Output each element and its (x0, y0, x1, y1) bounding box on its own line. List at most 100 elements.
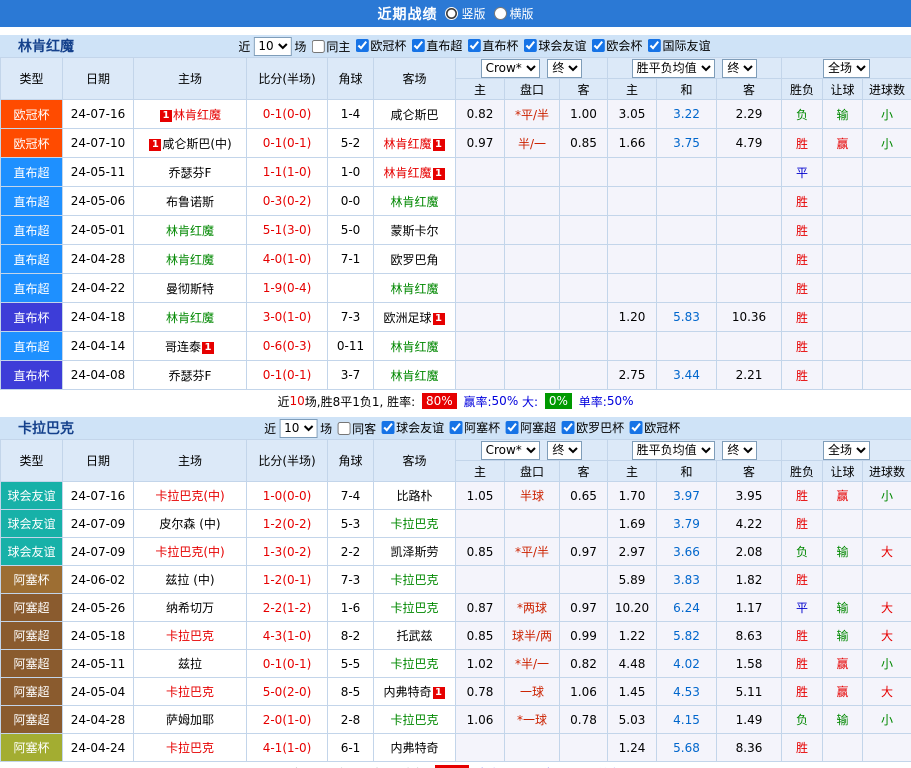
europe-odds-select[interactable]: 胜平负均值 (632, 59, 715, 78)
league-filter[interactable]: 球会友谊 (518, 37, 586, 54)
match-date: 24-07-10 (63, 129, 134, 158)
col-score: 比分(半场) (247, 440, 328, 482)
same-venue-filter[interactable]: 同主 (306, 38, 350, 55)
section-header-qarabag: 卡拉巴克 近 10 场 同客 球会友谊阿塞杯阿塞超欧罗巴杯欧冠杯 (0, 417, 911, 439)
league-label: 直布杯 (482, 37, 518, 54)
ah-home-odds: 0.87 (456, 594, 505, 622)
games-label: 场 (320, 420, 332, 437)
corner-cell: 1-6 (328, 594, 374, 622)
layout-option-vertical[interactable]: 竖版 (445, 5, 485, 22)
league-type-badge: 阿塞超 (1, 622, 63, 650)
league-checkbox[interactable] (629, 421, 642, 434)
ah-away-odds: 0.97 (560, 538, 608, 566)
away-team-name: 卡拉巴克 (390, 573, 438, 587)
europe-time-select[interactable]: 终 (722, 59, 757, 78)
europe-time-select[interactable]: 终 (722, 441, 757, 460)
subcol-goals: 进球数 (863, 79, 911, 100)
league-checkbox[interactable] (523, 39, 536, 52)
home-team-name: 乔瑟芬F (169, 369, 212, 383)
recent-count-select[interactable]: 10 (253, 37, 291, 56)
league-filter[interactable]: 阿塞杯 (444, 419, 500, 436)
match-row: 直布杯 24-04-08 乔瑟芬F 0-1(0-1) 3-7 林肯红魔 2.75… (1, 361, 911, 390)
league-checkbox[interactable] (561, 421, 574, 434)
league-type-badge: 直布超 (1, 216, 63, 245)
goals-result-cell (863, 361, 911, 390)
league-filter[interactable]: 欧冠杯 (624, 419, 680, 436)
league-label: 国际友谊 (662, 37, 710, 54)
scope-select[interactable]: 全场 (823, 59, 870, 78)
ah-line: 半/一 (505, 129, 560, 158)
league-filter[interactable]: 直布超 (406, 37, 462, 54)
red-card-badge: 1 (202, 342, 214, 354)
eu-draw-odds: 3.83 (657, 566, 717, 594)
ah-away-odds (560, 303, 608, 332)
horizontal-radio[interactable] (494, 7, 507, 20)
score-cell: 1-2(0-1) (247, 566, 328, 594)
scope-select[interactable]: 全场 (823, 441, 870, 460)
result-cell: 胜 (782, 678, 823, 706)
handicap-result-cell: 赢 (823, 650, 863, 678)
same-venue-filter[interactable]: 同客 (332, 420, 376, 437)
league-checkbox[interactable] (381, 421, 394, 434)
vertical-radio[interactable] (445, 7, 458, 20)
subcol-handicap: 让球 (823, 461, 863, 482)
league-checkbox[interactable] (467, 39, 480, 52)
league-filter[interactable]: 欧冠杯 (350, 37, 406, 54)
same-venue-checkbox[interactable] (311, 40, 324, 53)
summary-segment: 场,胜8平1负1, 胜率: (305, 393, 419, 410)
eu-home-odds: 1.22 (608, 622, 657, 650)
eu-home-odds: 10.20 (608, 594, 657, 622)
layout-option-horizontal[interactable]: 横版 (494, 5, 534, 22)
league-filter[interactable]: 阿塞超 (500, 419, 556, 436)
league-checkbox[interactable] (591, 39, 604, 52)
match-row: 阿塞超 24-05-04 卡拉巴克 5-0(2-0) 8-5 内弗特奇1 0.7… (1, 678, 911, 706)
match-date: 24-07-09 (63, 538, 134, 566)
league-checkbox[interactable] (355, 39, 368, 52)
league-filter[interactable]: 国际友谊 (642, 37, 710, 54)
handicap-result-cell (823, 158, 863, 187)
recent-count-select[interactable]: 10 (279, 419, 317, 438)
goals-result-cell (863, 158, 911, 187)
league-checkbox[interactable] (449, 421, 462, 434)
home-team-cell: 1林肯红魔 (134, 100, 247, 129)
ah-home-odds (456, 510, 505, 538)
league-checkbox[interactable] (505, 421, 518, 434)
match-row: 阿塞超 24-05-18 卡拉巴克 4-3(1-0) 8-2 托武兹 0.85 … (1, 622, 911, 650)
handicap-result-cell (823, 510, 863, 538)
col-score: 比分(半场) (247, 58, 328, 100)
ah-line (505, 361, 560, 390)
league-filter[interactable]: 欧会杯 (586, 37, 642, 54)
match-row: 直布超 24-04-14 哥连泰1 0-6(0-3) 0-11 林肯红魔 胜 (1, 332, 911, 361)
league-label: 球会友谊 (538, 37, 586, 54)
eu-away-odds (717, 274, 782, 303)
league-checkbox[interactable] (647, 39, 660, 52)
match-row: 直布超 24-05-01 林肯红魔 5-1(3-0) 5-0 蒙斯卡尔 胜 (1, 216, 911, 245)
match-row: 阿塞超 24-05-11 兹拉 0-1(0-1) 5-5 卡拉巴克 1.02 *… (1, 650, 911, 678)
league-checkbox[interactable] (411, 39, 424, 52)
odds-company-select[interactable]: Crow* (481, 59, 540, 78)
corner-cell: 8-5 (328, 678, 374, 706)
goals-result-cell: 大 (863, 622, 911, 650)
match-row: 直布杯 24-04-18 林肯红魔 3-0(1-0) 7-3 欧洲足球1 1.2… (1, 303, 911, 332)
col-type: 类型 (1, 58, 63, 100)
eu-draw-odds (657, 332, 717, 361)
ah-away-odds (560, 510, 608, 538)
league-filter[interactable]: 球会友谊 (376, 419, 444, 436)
odds-company-select[interactable]: Crow* (481, 441, 540, 460)
result-cell: 胜 (782, 622, 823, 650)
league-filter[interactable]: 欧罗巴杯 (556, 419, 624, 436)
ah-home-odds: 0.85 (456, 538, 505, 566)
europe-odds-select[interactable]: 胜平负均值 (632, 441, 715, 460)
corner-cell: 7-3 (328, 303, 374, 332)
odds-time-select[interactable]: 终 (547, 59, 582, 78)
same-venue-checkbox[interactable] (337, 422, 350, 435)
match-date: 24-07-09 (63, 510, 134, 538)
corner-cell: 0-0 (328, 187, 374, 216)
summary-segment: 大: (518, 393, 542, 410)
odds-time-select[interactable]: 终 (547, 441, 582, 460)
europe-select-group: 胜平负均值 终 (608, 58, 782, 79)
corner-cell: 1-0 (328, 158, 374, 187)
league-filter[interactable]: 直布杯 (462, 37, 518, 54)
score-cell: 5-0(2-0) (247, 678, 328, 706)
eu-home-odds (608, 332, 657, 361)
